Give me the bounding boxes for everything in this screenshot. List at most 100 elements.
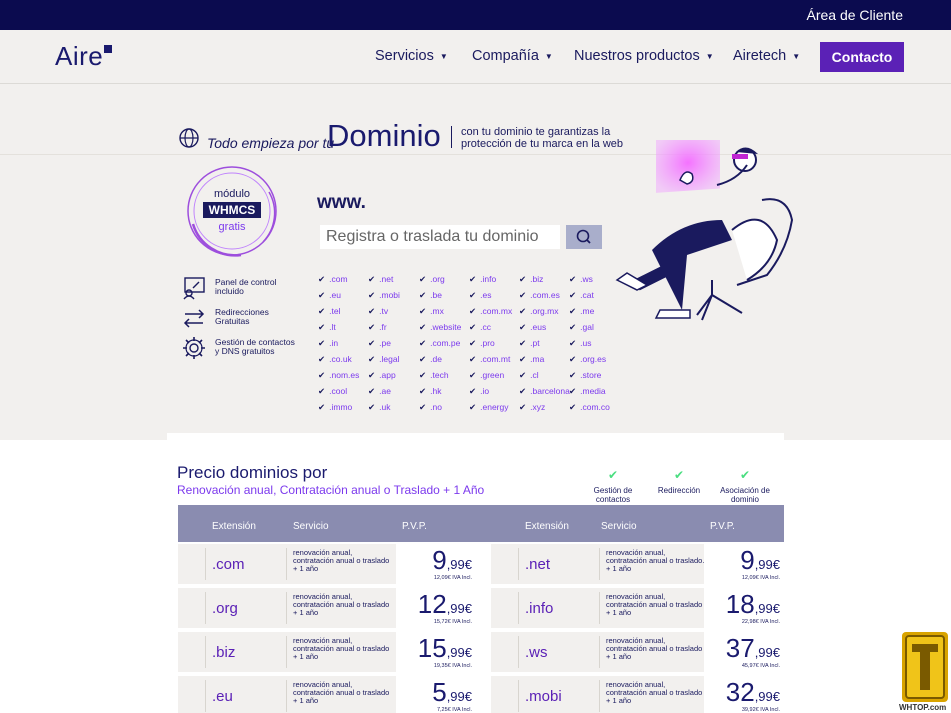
- tld-extension: .ws: [525, 644, 548, 661]
- check-icon: ✔: [469, 402, 477, 412]
- caret-down-icon: ▼: [705, 51, 714, 61]
- check-icon: ✔: [419, 386, 427, 396]
- price-iva: 12,09€ IVA Incl.: [433, 575, 472, 581]
- divider: [518, 548, 519, 580]
- contact-button[interactable]: Contacto: [820, 42, 904, 72]
- check-icon: ✔: [368, 354, 376, 364]
- tld-item: ✔ .hk: [419, 386, 441, 397]
- person-in-chair-illustration: [615, 140, 794, 321]
- price-iva: 45,97€ IVA Incl.: [741, 663, 780, 669]
- col-price: P.V.P.: [402, 521, 427, 532]
- nav-item-compania[interactable]: Compañía ▼: [472, 48, 553, 64]
- check-icon: ✔: [569, 290, 577, 300]
- tld-item: ✔ .com.mx: [469, 306, 512, 317]
- tld-item: ✔ .eu: [318, 290, 341, 301]
- check-icon: ✔: [469, 354, 477, 364]
- divider: [205, 548, 206, 580]
- check-icon: ✔: [569, 338, 577, 348]
- tld-item: ✔ .co.uk: [318, 354, 352, 365]
- whtop-logo-icon: [905, 635, 945, 699]
- tld-item: ✔ .energy: [469, 402, 508, 413]
- price-integer: 9: [432, 545, 447, 575]
- divider: [518, 636, 519, 668]
- divider: [599, 548, 600, 580]
- tld-item: ✔ .nom.es: [318, 370, 359, 381]
- price-box: 9,99€ 12,09€ IVA Incl.: [704, 544, 784, 584]
- check-icon: ✔: [318, 274, 326, 284]
- tld-item: ✔ .cc: [469, 322, 491, 333]
- tld-item: ✔ .es: [469, 290, 491, 301]
- tld-label: .green: [480, 370, 505, 380]
- check-icon: ✔: [469, 370, 477, 380]
- nav-item-airetech[interactable]: Airetech ▼: [733, 48, 800, 64]
- tld-label: .es: [480, 290, 492, 300]
- tld-label: .com.co: [580, 402, 610, 412]
- check-icon: ✔: [519, 402, 527, 412]
- domain-search-input[interactable]: [320, 225, 560, 249]
- divider: [205, 680, 206, 712]
- tld-label: .biz: [530, 274, 544, 284]
- check-icon: ✔: [569, 354, 577, 364]
- whmcs-badge: módulo WHMCS gratis: [181, 164, 283, 258]
- tld-label: .pe: [379, 338, 391, 348]
- col-service: Servicio: [293, 521, 329, 532]
- price: 18,99€: [726, 589, 780, 620]
- tld-item: ✔ .green: [469, 370, 504, 381]
- tld-label: .gal: [580, 322, 594, 332]
- nav-label: Airetech: [733, 48, 787, 64]
- feature-label: Redirecciones Gratuitas: [215, 307, 269, 326]
- price-iva: 12,09€ IVA Incl.: [741, 575, 780, 581]
- check-icon: ✔: [469, 322, 477, 332]
- www-label: www.: [317, 192, 366, 213]
- col-ext: Extensión: [212, 521, 256, 532]
- control-panel-icon: [183, 277, 205, 300]
- tld-item: ✔ .lt: [318, 322, 336, 333]
- client-area-link[interactable]: Área de Cliente: [806, 7, 903, 23]
- tld-label: .ws: [580, 274, 593, 284]
- service-text: renovación anual, contratación anual o t…: [293, 548, 390, 573]
- tld-item: ✔ .info: [469, 274, 496, 285]
- check-icon: ✔: [419, 370, 427, 380]
- tld-label: .barcelona: [530, 386, 570, 396]
- price-box: 5,99€ 7,25€ IVA Incl.: [396, 676, 476, 713]
- tld-label: .mx: [430, 306, 444, 316]
- tld-item: ✔ .cool: [318, 386, 347, 397]
- tld-label: .energy: [480, 402, 509, 412]
- check-icon: ✔: [419, 306, 427, 316]
- check-icon: ✔: [469, 306, 477, 316]
- check-icon: ✔: [469, 290, 477, 300]
- tld-item: ✔ .org.es: [569, 354, 606, 365]
- price-iva: 7,25€ IVA Incl.: [436, 707, 472, 713]
- check-icon: ✔: [519, 386, 527, 396]
- tld-item: ✔ .ma: [519, 354, 544, 365]
- tld-item: ✔ .store: [569, 370, 601, 381]
- price-integer: 9: [740, 545, 755, 575]
- tld-label: .tel: [329, 306, 341, 316]
- tld-label: .nom.es: [329, 370, 360, 380]
- tld-item: ✔ .com.pe: [419, 338, 460, 349]
- check-icon: ✔: [607, 468, 619, 482]
- check-icon: ✔: [469, 386, 477, 396]
- whtop-logo: [902, 632, 948, 702]
- feature-label: Redirección: [657, 486, 701, 495]
- tld-label: .cl: [530, 370, 539, 380]
- price-iva: 39,92€ IVA Incl.: [741, 707, 780, 713]
- tld-item: ✔ .ae: [368, 386, 391, 397]
- check-icon: ✔: [368, 322, 376, 332]
- logo[interactable]: Aire: [55, 41, 113, 72]
- tld-item: ✔ .tech: [419, 370, 449, 381]
- top-bar: Área de Cliente: [0, 0, 951, 30]
- check-icon: ✔: [368, 290, 376, 300]
- price-decimal: ,99€: [446, 601, 472, 616]
- domain-hero: Todo empieza por tu Dominio con tu domin…: [0, 84, 951, 440]
- check-icon: ✔: [519, 274, 527, 284]
- check-icon: ✔: [569, 274, 577, 284]
- search-button[interactable]: [566, 225, 602, 249]
- check-icon: ✔: [419, 354, 427, 364]
- nav-item-productos[interactable]: Nuestros productos ▼: [574, 48, 714, 64]
- nav-item-servicios[interactable]: Servicios ▼: [375, 48, 448, 64]
- table-row: .net renovación anual, contratación anual…: [491, 544, 784, 584]
- caret-down-icon: ▼: [544, 51, 553, 61]
- badge-whmcs: WHMCS: [203, 202, 261, 218]
- check-icon: ✔: [519, 322, 527, 332]
